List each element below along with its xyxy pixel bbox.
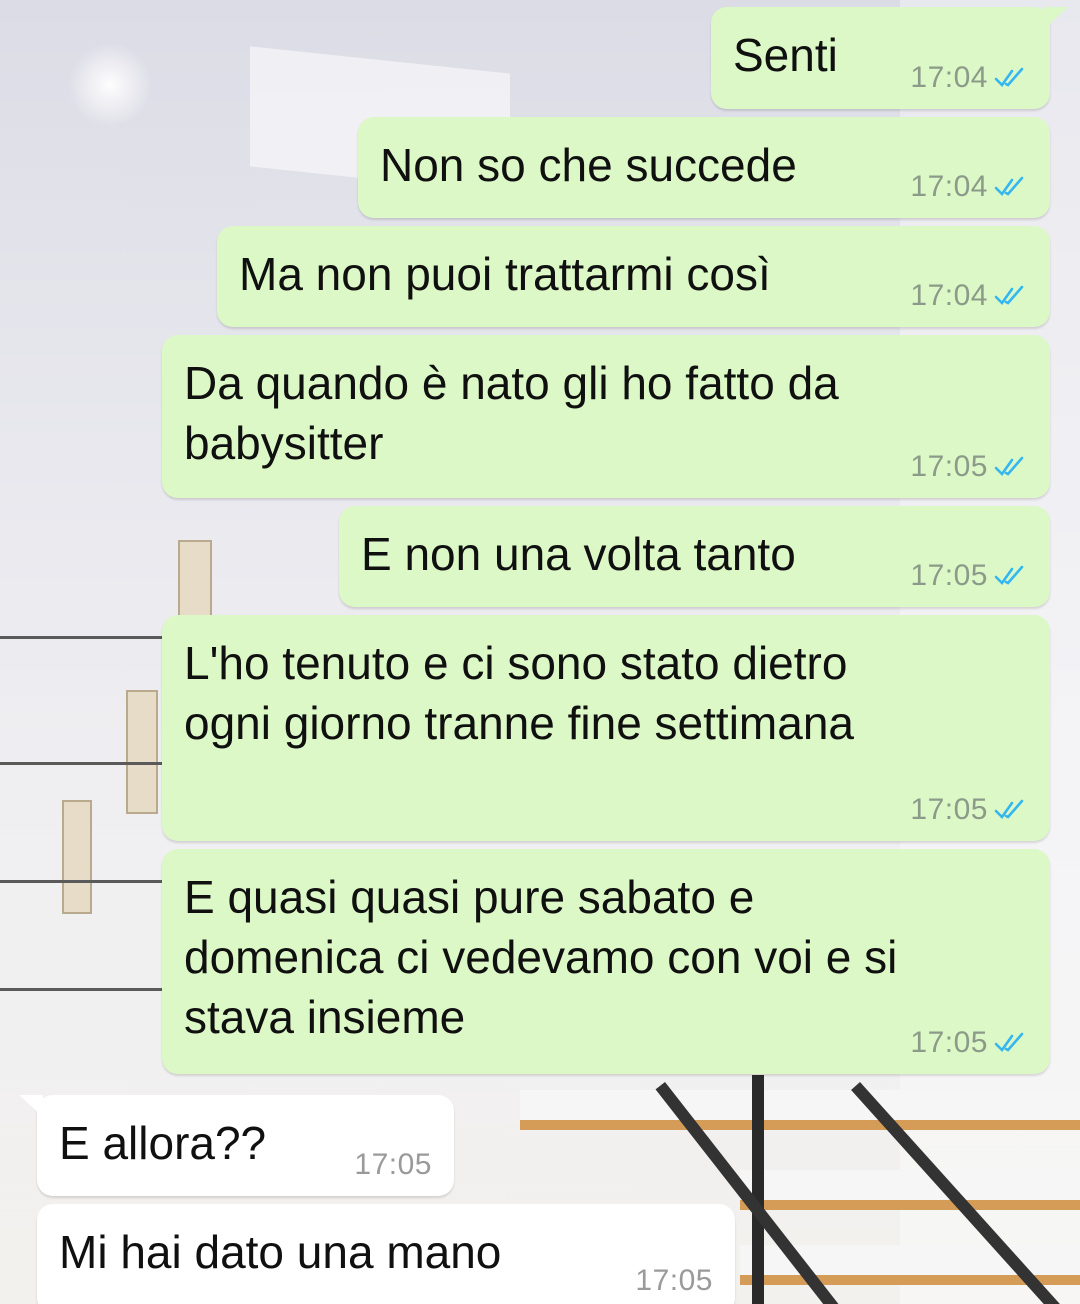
message-bubble-outgoing[interactable]: Senti 17:04 (711, 7, 1068, 109)
message-bubble-outgoing[interactable]: Non so che succede 17:04 (358, 117, 1050, 218)
message-bubble-incoming[interactable]: Mi hai dato una mano 17:05 (37, 1204, 735, 1304)
message-bubble-incoming[interactable]: E allora?? 17:05 (19, 1095, 454, 1196)
message-meta: 17:04 (910, 61, 1028, 95)
message-bubble-outgoing[interactable]: E non una volta tanto 17:05 (339, 506, 1050, 607)
message-meta: 17:04 (910, 170, 1028, 204)
message-time: 17:04 (910, 279, 988, 312)
message-time: 17:04 (910, 170, 988, 203)
message-bubble-outgoing[interactable]: Ma non puoi trattarmi così 17:04 (217, 226, 1050, 327)
bubble-tail (19, 1095, 43, 1117)
message-meta: 17:04 (910, 279, 1028, 313)
message-time: 17:04 (910, 61, 988, 94)
double-check-read-icon (994, 1032, 1024, 1053)
message-text: E quasi quasi pure sabato e domenica ci … (184, 871, 898, 1043)
message-meta: 17:05 (910, 559, 1028, 593)
chat-conversation[interactable]: Senti 17:04 Non so che succede 17:04 Ma … (0, 0, 1080, 1304)
message-time: 17:05 (910, 793, 988, 826)
message-meta: 17:05 (354, 1148, 432, 1182)
double-check-read-icon (994, 285, 1024, 306)
message-text: Mi hai dato una mano (59, 1226, 502, 1278)
message-time: 17:05 (910, 559, 988, 592)
message-time: 17:05 (354, 1148, 432, 1181)
message-text: L'ho tenuto e ci sono stato dietro ogni … (184, 637, 854, 749)
double-check-read-icon (994, 565, 1024, 586)
message-text: Ma non puoi trattarmi così (239, 248, 771, 300)
message-meta: 17:05 (910, 450, 1028, 484)
message-bubble-outgoing[interactable]: E quasi quasi pure sabato e domenica ci … (162, 849, 1050, 1074)
message-bubble-outgoing[interactable]: Da quando è nato gli ho fatto da babysit… (162, 335, 1050, 498)
message-meta: 17:05 (635, 1264, 713, 1298)
message-meta: 17:05 (910, 793, 1028, 827)
double-check-read-icon (994, 799, 1024, 820)
double-check-read-icon (994, 456, 1024, 477)
double-check-read-icon (994, 176, 1024, 197)
message-time: 17:05 (910, 450, 988, 483)
double-check-read-icon (994, 67, 1024, 88)
message-time: 17:05 (635, 1264, 713, 1297)
message-text: Da quando è nato gli ho fatto da babysit… (184, 357, 839, 469)
message-bubble-outgoing[interactable]: L'ho tenuto e ci sono stato dietro ogni … (162, 615, 1050, 841)
message-meta: 17:05 (910, 1026, 1028, 1060)
message-time: 17:05 (910, 1026, 988, 1059)
bubble-tail (1044, 7, 1068, 29)
